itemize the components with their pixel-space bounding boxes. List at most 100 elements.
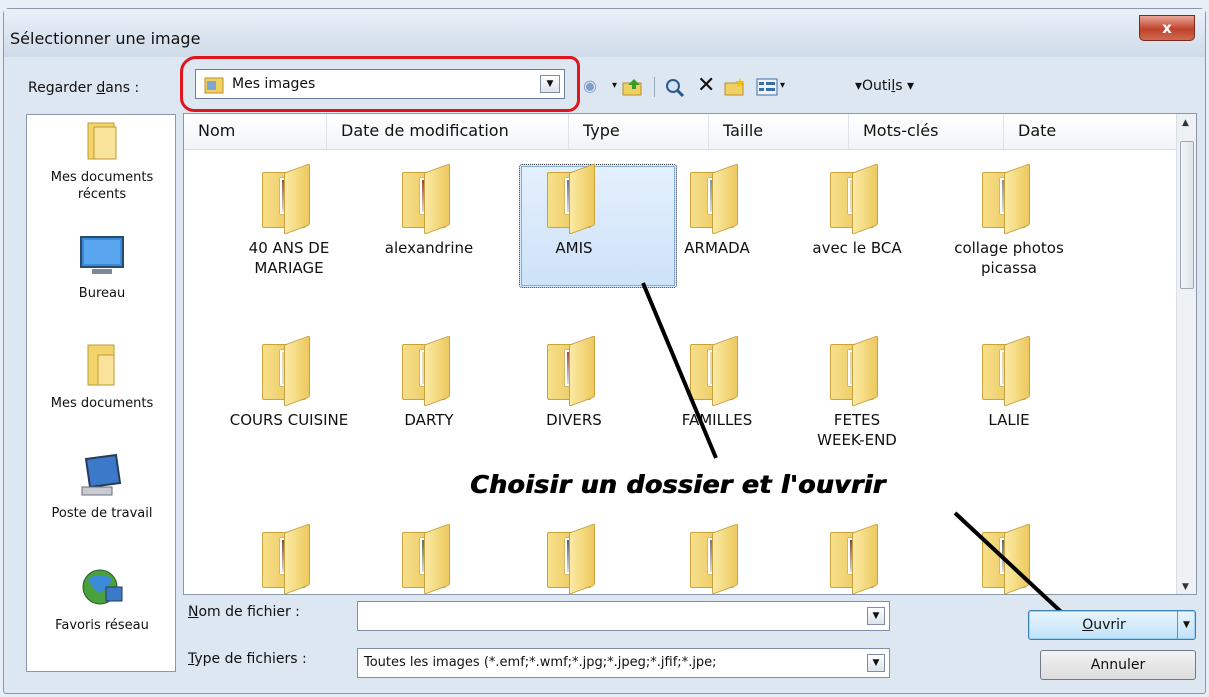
folder-item[interactable]: [792, 523, 922, 594]
folder-item[interactable]: avec le BCA: [792, 163, 922, 258]
place-recent-documents[interactable]: Mes documents récents: [27, 115, 177, 217]
filename-label: Nom de fichier :: [188, 604, 300, 620]
folder-item[interactable]: [652, 523, 782, 594]
folder-name: WEEK-END: [817, 431, 897, 449]
recent-documents-icon: [87, 122, 117, 160]
folder-item[interactable]: [509, 523, 639, 594]
chevron-down-icon[interactable]: ▾: [780, 77, 785, 95]
folder-item[interactable]: ARMADA: [652, 163, 782, 258]
folder-icon: [402, 163, 456, 235]
folder-item[interactable]: FAMILLES: [652, 335, 782, 430]
folder-item[interactable]: alexandrine: [364, 163, 494, 258]
tools-menu[interactable]: ▾Outils ▾: [855, 78, 914, 94]
folder-icon: [690, 163, 744, 235]
folder-icon: [982, 335, 1036, 407]
folder-name: avec le BCA: [812, 239, 902, 257]
new-folder-icon[interactable]: [724, 77, 746, 97]
places-bar: Mes documents récents Bureau Mes documen…: [26, 114, 176, 672]
folder-item[interactable]: LALIE: [944, 335, 1074, 430]
folder-item[interactable]: DARTY: [364, 335, 494, 430]
place-network[interactable]: Favoris réseau: [27, 565, 177, 634]
folder-item[interactable]: collage photos picassa: [944, 163, 1074, 278]
folder-icon: [690, 335, 744, 407]
cancel-button[interactable]: Annuler: [1040, 650, 1196, 680]
place-label: Bureau: [78, 286, 126, 301]
highlight-annotation-box: [180, 56, 580, 112]
look-in-label: Regarder dans :: [28, 80, 140, 96]
folder-name: DIVERS: [546, 411, 602, 429]
column-header-keywords[interactable]: Mots-clés: [849, 114, 1004, 150]
filename-input[interactable]: ▼: [357, 601, 890, 631]
instruction-annotation: Choisir un dossier et l'ouvrir: [470, 470, 886, 499]
folder-name: picassa: [981, 259, 1037, 277]
chevron-down-icon[interactable]: ▼: [867, 607, 885, 625]
scroll-up-icon[interactable]: ▲: [1182, 118, 1189, 128]
folder-icon: [402, 335, 456, 407]
folder-item[interactable]: [224, 523, 354, 594]
back-icon[interactable]: ◉: [583, 77, 597, 95]
folder-icon: [690, 523, 744, 594]
up-folder-icon[interactable]: [622, 77, 644, 97]
place-label: récents: [77, 187, 127, 202]
vertical-scrollbar[interactable]: ▲ ▼: [1176, 114, 1196, 594]
folder-item[interactable]: FETES WEEK-END: [792, 335, 922, 450]
folder-name: ARMADA: [684, 239, 750, 257]
folder-icon: [547, 523, 601, 594]
folder-icon: [982, 163, 1036, 235]
scrollbar-thumb[interactable]: [1180, 141, 1194, 289]
folder-icon: [262, 523, 316, 594]
folder-icon: [402, 523, 456, 594]
folder-name: MARIAGE: [254, 259, 324, 277]
folder-item[interactable]: [944, 523, 1074, 594]
folder-icon: [830, 163, 884, 235]
folder-name: FAMILLES: [681, 411, 753, 429]
views-icon[interactable]: [756, 77, 778, 97]
column-header-type[interactable]: Type: [569, 114, 709, 150]
filetype-value: Toutes les images (*.emf;*.wmf;*.jpg;*.j…: [364, 655, 717, 670]
folder-name: 40 ANS DE: [248, 239, 330, 257]
folder-icon: [262, 335, 316, 407]
scroll-down-icon[interactable]: ▼: [1182, 582, 1189, 592]
folder-item[interactable]: DIVERS: [509, 335, 639, 430]
network-icon: [82, 569, 123, 605]
folder-name: alexandrine: [384, 239, 474, 257]
chevron-down-icon[interactable]: ▼: [1177, 611, 1195, 639]
folder-item[interactable]: 40 ANS DE MARIAGE: [224, 163, 354, 278]
filetype-label: Type de fichiers :: [188, 651, 307, 667]
folder-item[interactable]: AMIS: [509, 163, 639, 258]
column-header-date[interactable]: Date: [1004, 114, 1178, 150]
computer-icon: [81, 453, 122, 496]
place-label: Mes documents: [50, 170, 154, 185]
desktop-icon: [80, 236, 124, 274]
delete-icon[interactable]: ✕: [697, 75, 715, 97]
folder-icon: [547, 335, 601, 407]
folder-name: FETES: [833, 411, 881, 429]
folder-name: collage photos: [954, 239, 1064, 257]
chevron-down-icon[interactable]: ▾: [612, 77, 617, 95]
place-desktop[interactable]: Bureau: [27, 233, 177, 302]
place-label: Favoris réseau: [55, 618, 149, 633]
folder-name: LALIE: [988, 411, 1030, 429]
folder-name: COURS CUISINE: [229, 411, 349, 429]
column-header-name[interactable]: Nom: [184, 114, 327, 150]
place-label: Poste de travail: [51, 506, 153, 521]
my-documents-icon: [87, 344, 115, 386]
filetype-select[interactable]: Toutes les images (*.emf;*.wmf;*.jpg;*.j…: [357, 648, 890, 678]
chevron-down-icon[interactable]: ▼: [867, 654, 885, 672]
column-header-date-modified[interactable]: Date de modification: [327, 114, 569, 150]
column-header-size[interactable]: Taille: [709, 114, 849, 150]
open-button[interactable]: Ouvrir ▼: [1028, 610, 1196, 640]
window-title: Sélectionner une image: [10, 29, 201, 48]
toolbar-separator: [654, 77, 655, 97]
close-button[interactable]: x: [1139, 15, 1195, 41]
file-list[interactable]: Nom Date de modification Type Taille Mot…: [183, 113, 1197, 595]
folder-icon: [262, 163, 316, 235]
folder-item[interactable]: [364, 523, 494, 594]
place-computer[interactable]: Poste de travail: [27, 453, 177, 522]
place-my-documents[interactable]: Mes documents: [27, 341, 177, 412]
folder-item[interactable]: COURS CUISINE: [224, 335, 354, 430]
place-label: Mes documents: [50, 396, 154, 411]
search-web-icon[interactable]: [664, 77, 686, 97]
folder-name: DARTY: [404, 411, 454, 429]
folder-name: AMIS: [555, 239, 593, 257]
